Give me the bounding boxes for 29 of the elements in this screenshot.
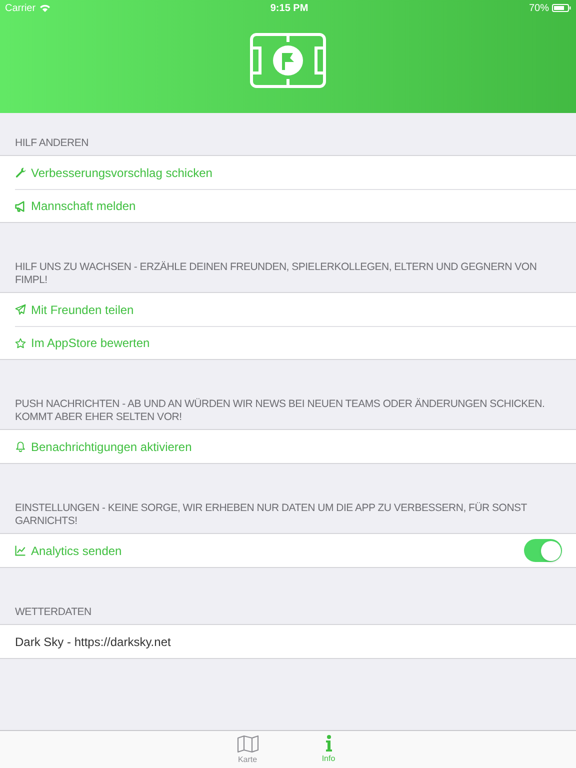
battery-percent: 70%	[528, 2, 549, 16]
info-text: Dark Sky - https://darksky.net	[15, 634, 171, 650]
tab-bar-item[interactable]: Karte	[230, 731, 266, 768]
action-link[interactable]: Im AppStore bewerten	[31, 334, 150, 352]
paper-plane-icon	[15, 304, 26, 315]
clock: 9:15 PM	[270, 2, 308, 16]
bell-icon	[15, 441, 26, 452]
section-header: WETTERDATEN	[14, 605, 92, 620]
line-chart-icon	[15, 545, 26, 556]
toggle-switch[interactable]	[524, 539, 562, 562]
action-link[interactable]: Mit Freunden teilen	[31, 300, 134, 318]
map-icon	[236, 735, 258, 753]
tab-bar-item[interactable]: Info	[310, 731, 346, 768]
section-header: HILF ANDEREN	[14, 136, 90, 151]
action-link[interactable]: Mannschaft melden	[31, 197, 136, 215]
action-link[interactable]: Verbesserungsvorschlag schicken	[31, 164, 212, 182]
section-header: PUSH NACHRICHTEN - AB UND AN WÜRDEN WIR NEWS BEI NEUEN TEAMS ODER ÄNDERUNGEN SCHICKEN. KOMMT ABER EHER SELTEN VOR!	[14, 397, 546, 425]
megaphone-icon	[15, 200, 26, 212]
action-link[interactable]: Benachrichtigungen aktivieren	[31, 438, 192, 456]
section-header: HILF UNS ZU WACHSEN - ERZÄHLE DEINEN FREUNDEN, SPIELERKOLLEGEN, ELTERN UND GEGNERN VON FIMPL!	[14, 260, 538, 288]
info-icon	[324, 735, 332, 752]
wrench-icon	[15, 167, 26, 178]
carrier-label: Carrier	[5, 2, 36, 16]
star-icon	[15, 338, 26, 348]
section-header: EINSTELLUNGEN - KEINE SORGE, WIR ERHEBEN NUR DATEN UM DIE APP ZU VERBESSERN, FÜR SONST GARNICHTS!	[14, 501, 528, 529]
battery-icon	[552, 4, 571, 12]
soccer-field-logo-icon	[250, 33, 326, 88]
wifi-icon	[40, 4, 50, 12]
setting-label: Analytics senden	[31, 542, 122, 560]
